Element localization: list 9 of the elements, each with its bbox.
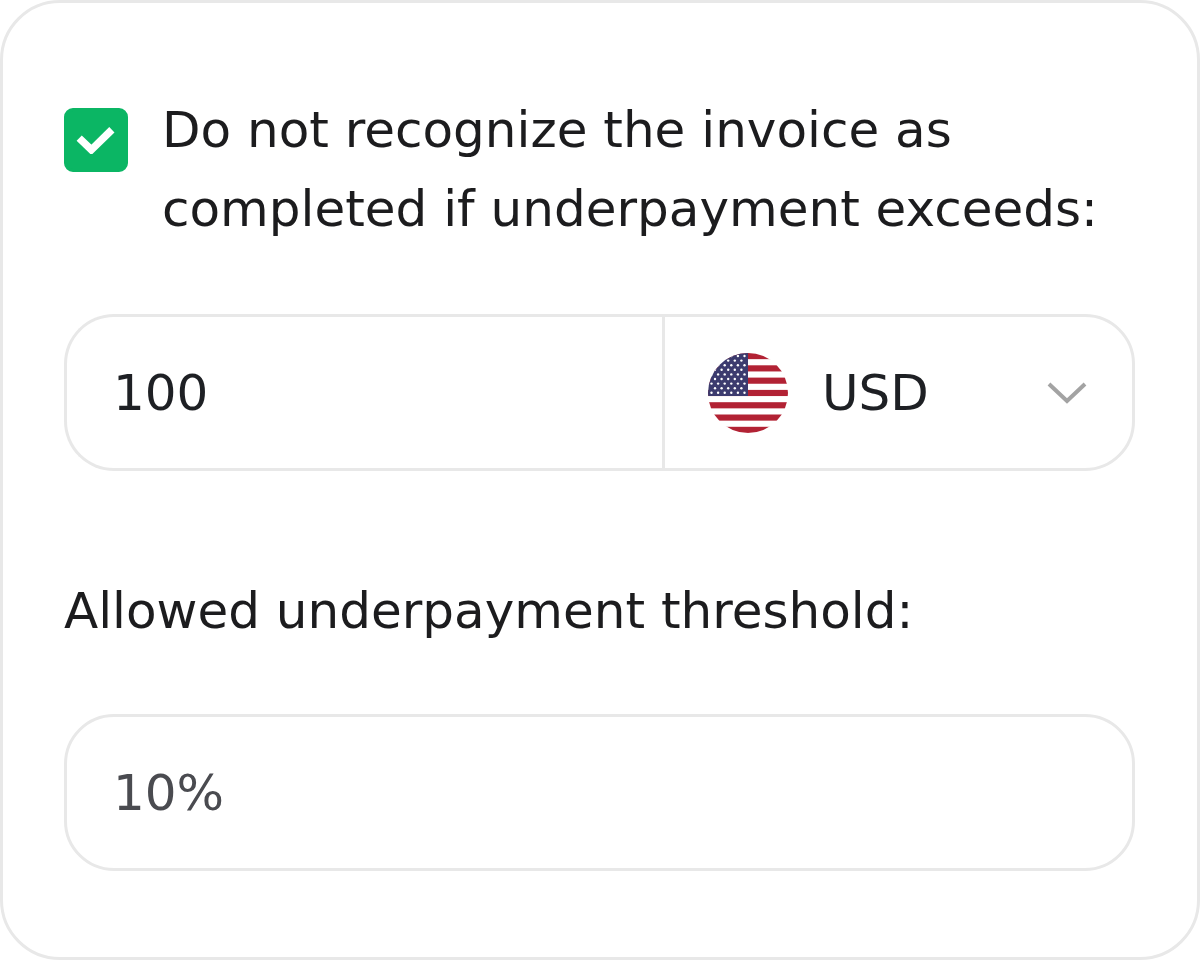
threshold-input[interactable]: 10% bbox=[64, 714, 1135, 871]
chevron-down-icon bbox=[1047, 381, 1087, 404]
us-flag-icon bbox=[708, 352, 788, 433]
currency-dropdown[interactable]: USD bbox=[662, 314, 1135, 471]
amount-input[interactable]: 100 bbox=[64, 314, 662, 471]
checkbox[interactable] bbox=[64, 108, 128, 172]
checkmark-icon bbox=[76, 126, 116, 154]
threshold-label: Allowed underpayment threshold: bbox=[64, 581, 914, 642]
checkbox-label: Do not recognize the invoice as completed if underpayment exceeds: bbox=[162, 100, 1099, 240]
